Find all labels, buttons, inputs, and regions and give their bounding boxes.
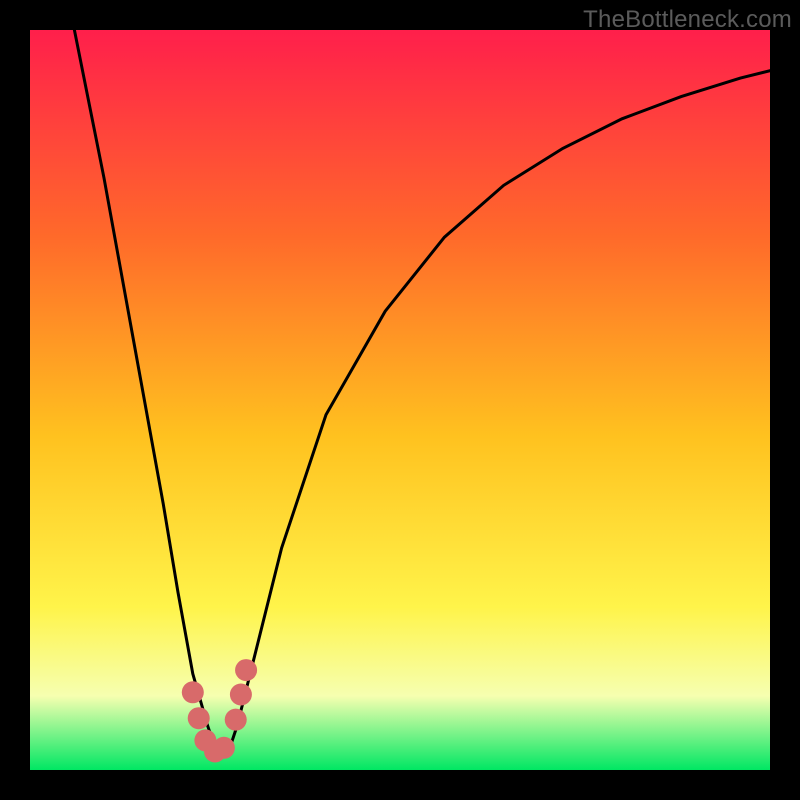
- curve-marker: [182, 681, 204, 703]
- chart-frame: TheBottleneck.com: [0, 0, 800, 800]
- plot-area: [30, 30, 770, 770]
- curve-marker: [213, 737, 235, 759]
- curve-marker: [230, 684, 252, 706]
- gradient-background: [30, 30, 770, 770]
- curve-marker: [188, 707, 210, 729]
- curve-marker: [225, 709, 247, 731]
- curve-marker: [235, 659, 257, 681]
- watermark-text: TheBottleneck.com: [583, 6, 792, 34]
- chart-svg: [30, 30, 770, 770]
